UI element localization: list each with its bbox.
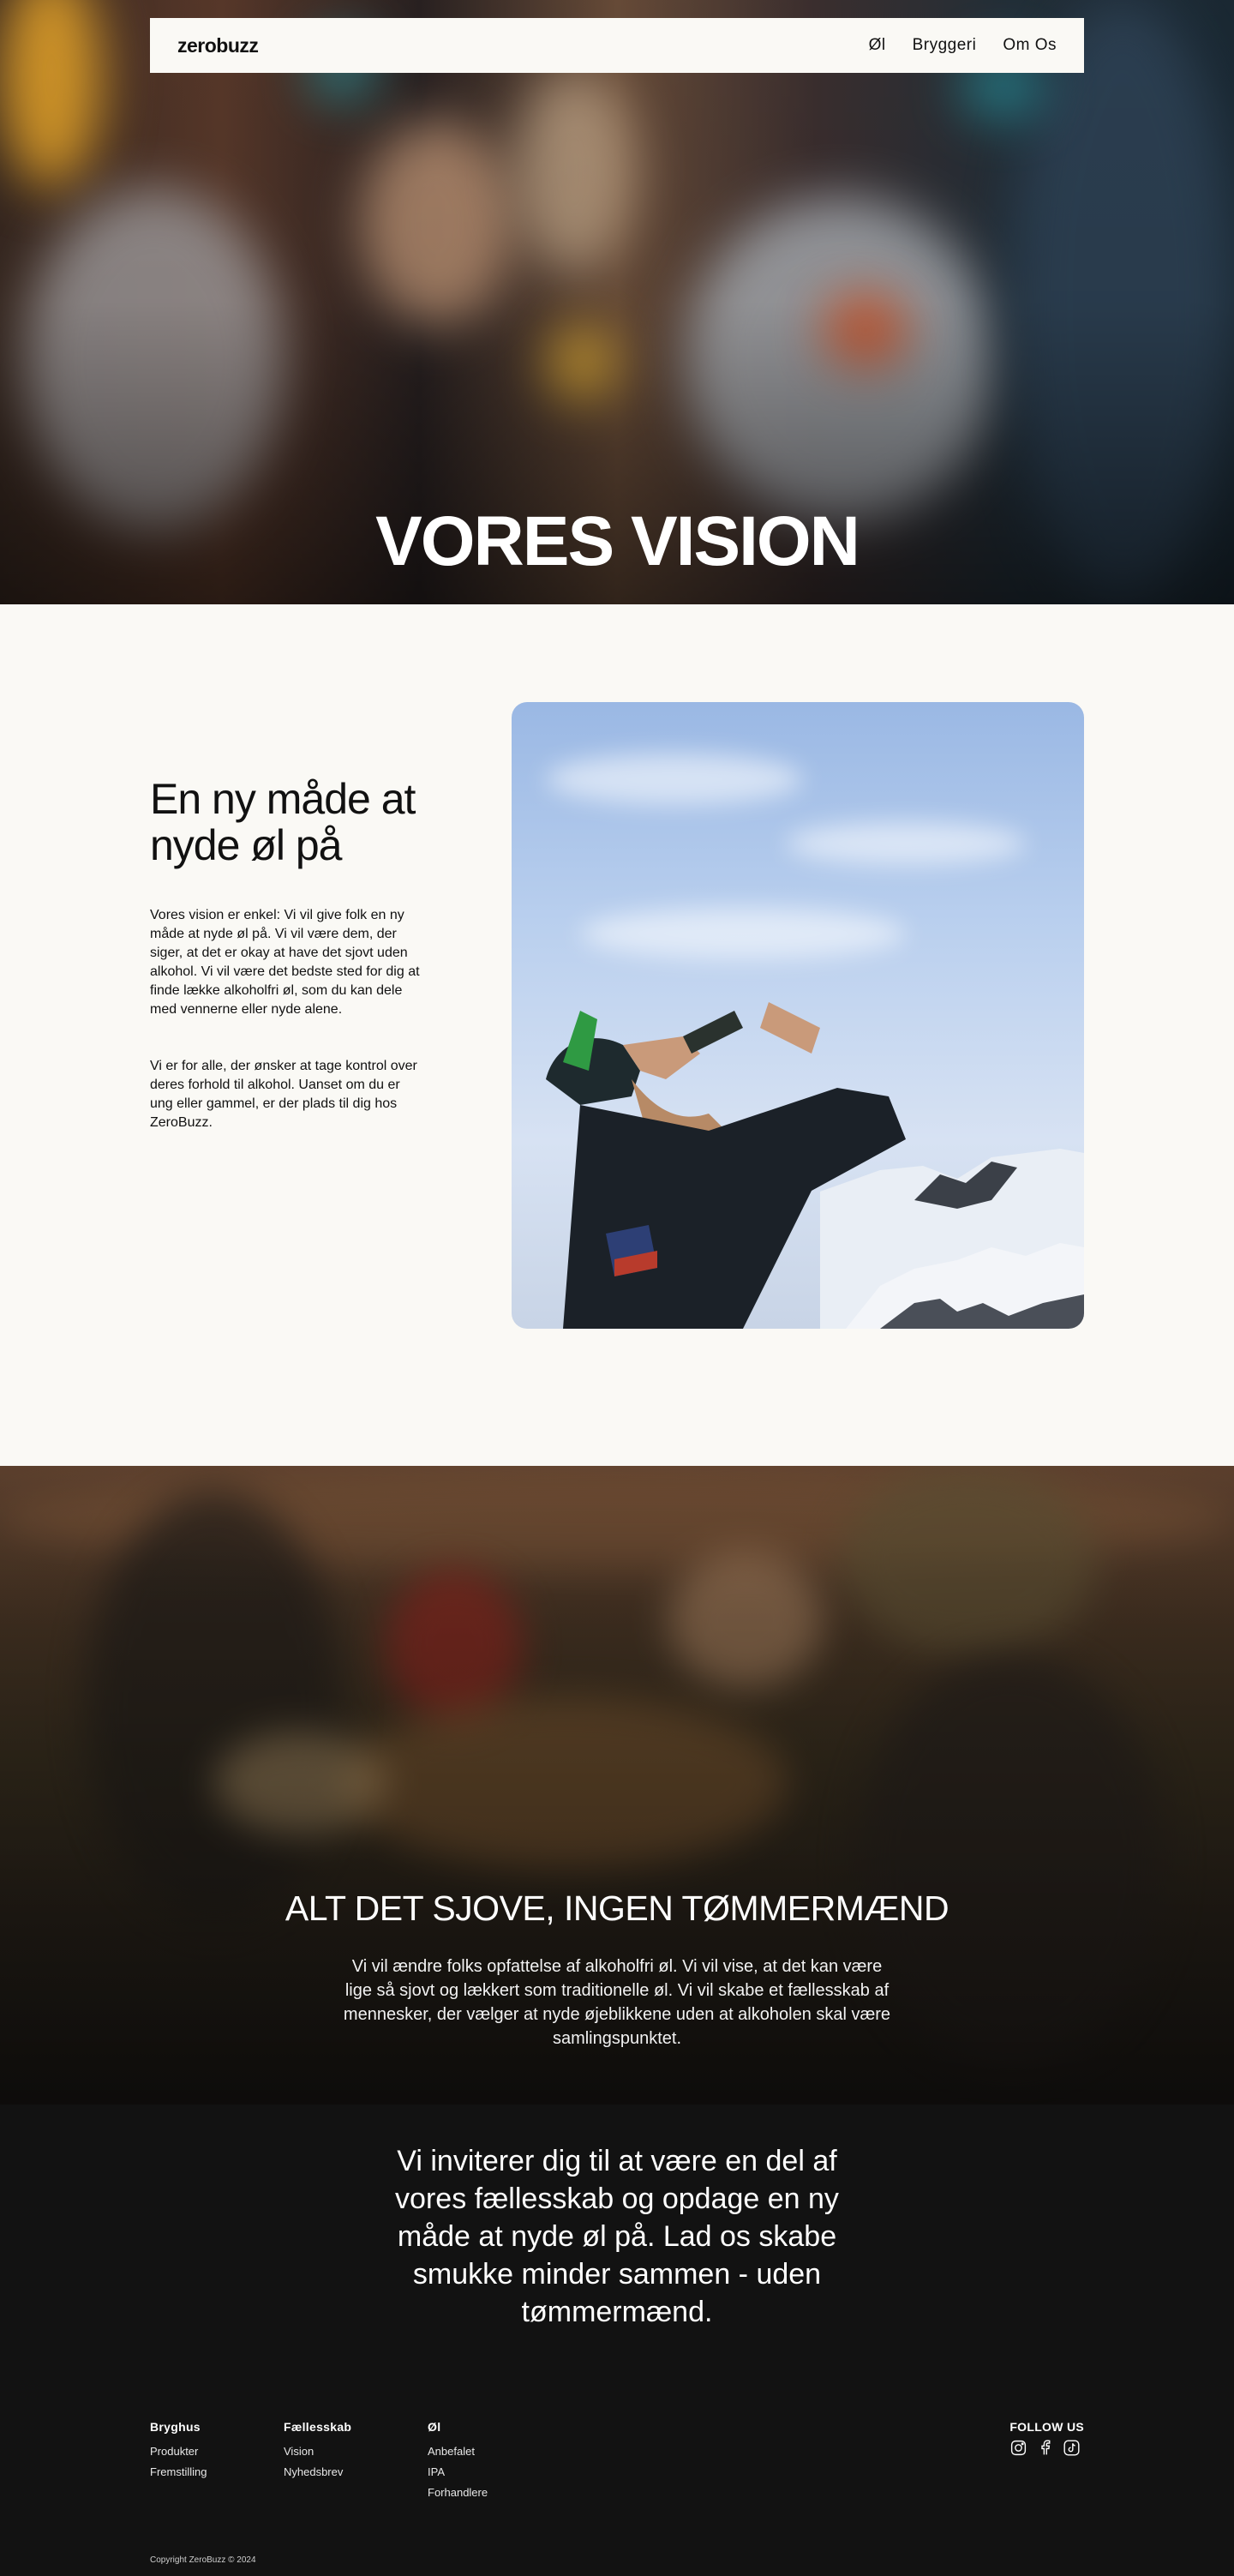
nav-link-bryggeri[interactable]: Bryggeri	[913, 36, 977, 55]
facebook-icon[interactable]	[1036, 2439, 1054, 2457]
footer-column-heading: Øl	[428, 2420, 441, 2434]
nav-links: Øl Bryggeri Om Os	[869, 36, 1057, 55]
vision-heading: En ny måde at nyde øl på	[150, 775, 416, 869]
copyright: Copyright ZeroBuzz © 2024	[150, 2555, 256, 2565]
social-icons	[1009, 2439, 1084, 2457]
fun-heading: ALT DET SJOVE, INGEN TØMMERMÆND	[285, 1888, 949, 1928]
footer-column-faellesskab: Fællesskab Vision Nyhedsbrev	[284, 2420, 351, 2483]
person-drinking-illustration	[546, 1002, 906, 1329]
nav-link-om-os[interactable]: Om Os	[1003, 36, 1057, 55]
follow-us: FOLLOW US	[1009, 2420, 1084, 2457]
nav-link-ol[interactable]: Øl	[869, 36, 886, 55]
instagram-icon[interactable]	[1009, 2439, 1027, 2457]
footer-link-anbefalet[interactable]: Anbefalet	[428, 2441, 488, 2462]
footer-column-bryghus: Bryghus Produkter Fremstilling	[150, 2420, 207, 2483]
footer-column-heading: Fællesskab	[284, 2420, 352, 2434]
footer-link-ipa[interactable]: IPA	[428, 2462, 488, 2483]
footer-link-fremstilling[interactable]: Fremstilling	[150, 2462, 207, 2483]
hero-section: VORES VISION	[0, 0, 1234, 604]
tiktok-icon[interactable]	[1063, 2439, 1081, 2457]
fun-section: ALT DET SJOVE, INGEN TØMMERMÆND Vi vil æ…	[0, 1466, 1234, 2105]
footer-link-produkter[interactable]: Produkter	[150, 2441, 207, 2462]
logo[interactable]: zerobuzz	[177, 34, 259, 57]
footer-link-forhandlere[interactable]: Forhandlere	[428, 2483, 488, 2503]
vision-paragraph: Vores vision er enkel: Vi vil give folk …	[150, 908, 420, 1017]
page-title: VORES VISION	[375, 502, 860, 580]
invite-section: Vi inviterer dig til at være en del af v…	[0, 2105, 1234, 2576]
footer-column-ol: Øl Anbefalet IPA Forhandlere	[428, 2420, 488, 2503]
vision-section: En ny måde at nyde øl på Vores vision er…	[0, 604, 1234, 1466]
vision-photo	[512, 702, 1084, 1329]
top-navbar: zerobuzz Øl Bryggeri Om Os	[150, 18, 1084, 73]
footer-link-nyhedsbrev[interactable]: Nyhedsbrev	[284, 2462, 351, 2483]
footer-column-heading: Bryghus	[150, 2420, 201, 2434]
fun-text: Vi vil ændre folks opfattelse af alkohol…	[343, 1957, 891, 2048]
invite-text: Vi inviterer dig til at være en del af v…	[395, 2145, 839, 2328]
vision-paragraph: Vi er for alle, der ønsker at tage kontr…	[150, 1059, 417, 1130]
footer-link-vision[interactable]: Vision	[284, 2441, 351, 2462]
follow-heading: FOLLOW US	[1009, 2420, 1084, 2434]
